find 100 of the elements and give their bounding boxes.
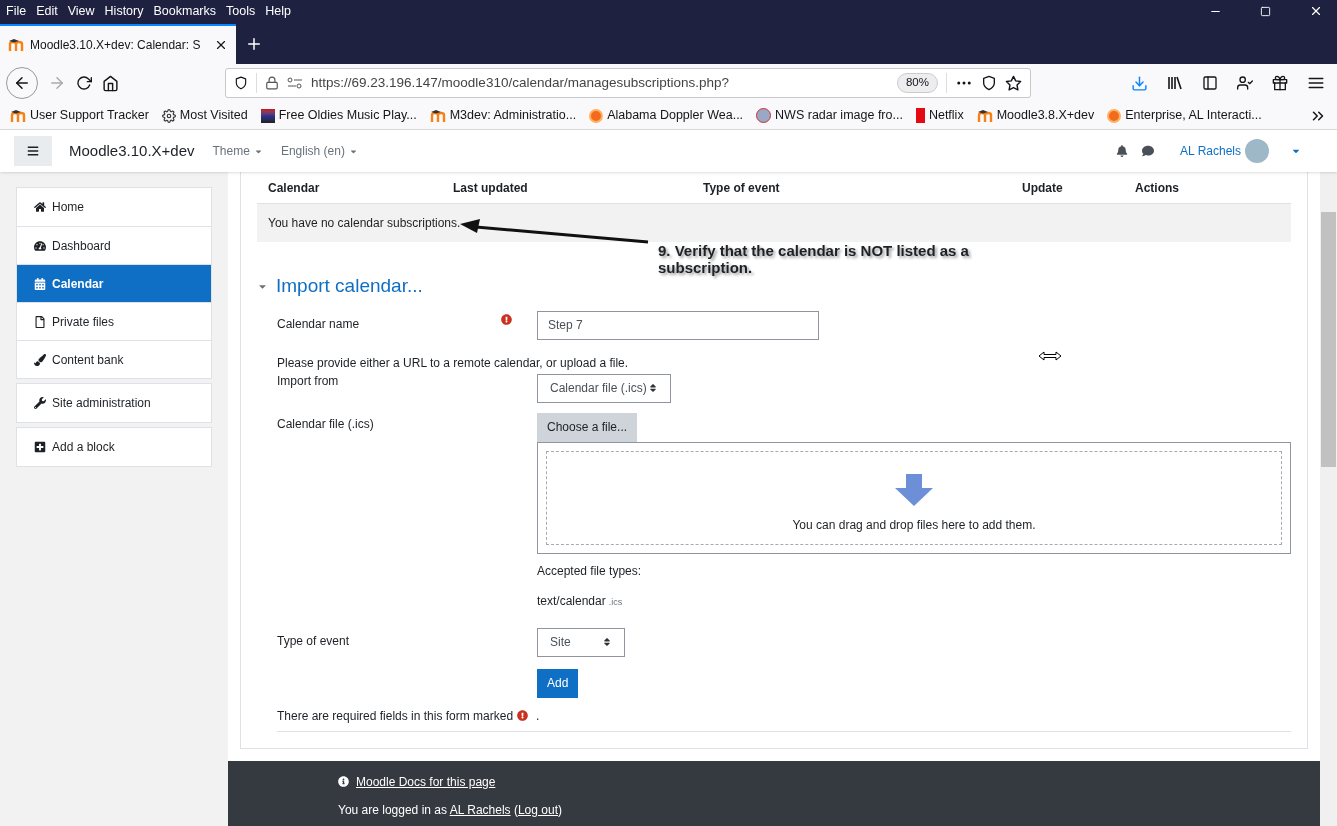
wrench-icon: [34, 397, 46, 409]
accepted-label: Accepted file types:: [537, 562, 643, 580]
column-header: Actions: [1135, 179, 1180, 197]
info-icon: [338, 776, 349, 787]
dropdown-menu[interactable]: Theme: [212, 142, 263, 160]
browser-tab[interactable]: Moodle3.10.X+dev: Calendar: S: [0, 24, 236, 64]
plus-icon: [34, 441, 46, 453]
bookmark-link[interactable]: Free Oldies Music Play...: [278, 106, 417, 125]
gift-icon[interactable]: [1272, 75, 1288, 91]
menu-item[interactable]: Tools: [226, 1, 256, 21]
file-type: text/calendar: [537, 592, 606, 610]
column-header: Update: [1022, 179, 1064, 197]
globe-icon: [756, 108, 772, 123]
menu-item[interactable]: Help: [265, 1, 291, 21]
logo-icon: [915, 108, 925, 123]
column-header: Type of event: [703, 179, 781, 197]
new-tab-icon[interactable]: [245, 35, 263, 53]
logo-icon: [10, 109, 26, 122]
bookmark-link[interactable]: Moodle3.8.X+dev: [996, 106, 1095, 125]
logo-icon: [976, 109, 993, 122]
select-field[interactable]: Calendar file (.ics): [537, 373, 671, 403]
calendar-icon: [34, 277, 46, 290]
arrow-down-icon: [895, 473, 933, 506]
menu-button[interactable]: [14, 136, 52, 166]
dropdown-menu[interactable]: English (en): [280, 142, 358, 160]
nav-item[interactable]: Content bank: [17, 340, 211, 378]
select-field[interactable]: Site: [537, 627, 625, 657]
permissions-icon[interactable]: [287, 77, 303, 89]
file-icon: [34, 315, 46, 328]
gear-icon: [161, 108, 176, 123]
user-name[interactable]: AL Rachels: [1180, 142, 1241, 160]
bell-icon[interactable]: [1116, 145, 1129, 157]
nav-item[interactable]: Private files: [17, 302, 211, 340]
docs-link[interactable]: Moodle Docs for this page: [356, 772, 496, 791]
resize-cursor-icon: [1038, 351, 1062, 361]
site-name[interactable]: Moodle3.10.X+dev: [69, 139, 195, 163]
logo-icon: [429, 109, 446, 122]
star-icon[interactable]: [1005, 74, 1022, 92]
chat-icon[interactable]: [1142, 145, 1155, 157]
file-extension: .ics: [608, 595, 623, 609]
user-link[interactable]: AL Rachels: [449, 802, 511, 817]
logout-link[interactable]: Log out: [517, 802, 558, 817]
bookmark-link[interactable]: NWS radar image fro...: [775, 106, 903, 125]
close-icon[interactable]: [1309, 4, 1323, 18]
choose-file-button[interactable]: Choose a file...: [537, 412, 638, 442]
address-bar[interactable]: https://69.23.196.147/moodle310/calendar/managesubscriptions.php? 80%: [225, 68, 1031, 98]
empty-message: You have no calendar subscriptions.: [268, 215, 461, 232]
nav-item[interactable]: Calendar: [17, 264, 211, 302]
dashboard-icon: [34, 239, 46, 252]
field-label: Calendar name: [277, 315, 361, 333]
picture-icon: [260, 108, 275, 123]
reload-icon[interactable]: [76, 75, 92, 91]
sidebar-icon[interactable]: [1202, 75, 1218, 91]
sun-icon: [1107, 108, 1122, 123]
account-icon[interactable]: [1237, 75, 1253, 91]
download-icon[interactable]: [1131, 74, 1148, 92]
menu-item[interactable]: Bookmarks: [153, 1, 216, 21]
menu-item[interactable]: File: [6, 1, 27, 21]
menu-item[interactable]: View: [67, 1, 95, 21]
bookmark-link[interactable]: Alabama Doppler Wea...: [607, 106, 744, 125]
nav-item[interactable]: Add a block: [17, 428, 211, 466]
nav-item[interactable]: Home: [17, 188, 211, 226]
library-icon[interactable]: [1167, 75, 1183, 91]
sort-icon: [648, 383, 658, 393]
required-note-end: .: [536, 707, 540, 725]
shield-icon[interactable]: [234, 76, 248, 90]
bookmark-link[interactable]: Enterprise, AL Interacti...: [1125, 106, 1262, 125]
drop-zone[interactable]: You can drag and drop files here to add them.: [537, 441, 1291, 554]
maximize-icon[interactable]: [1260, 5, 1271, 17]
close-icon[interactable]: [214, 38, 228, 52]
lock-icon[interactable]: [265, 76, 279, 90]
arrow-left-icon: [13, 74, 31, 92]
bookmark-link[interactable]: Most Visited: [179, 106, 248, 125]
pocket-icon[interactable]: [981, 75, 997, 91]
zoom-badge[interactable]: 80%: [896, 73, 938, 93]
tab-title: Moodle3.10.X+dev: Calendar: S: [30, 37, 202, 54]
sort-icon: [602, 637, 612, 647]
required-icon: [517, 710, 529, 721]
sun-icon: [589, 108, 604, 123]
column-header: Calendar: [268, 179, 321, 197]
drop-text: You can drag and drop files here to add them.: [792, 516, 1036, 534]
add-button[interactable]: Add: [537, 668, 579, 698]
menu-icon: [27, 145, 39, 157]
field-label: Calendar file (.ics): [277, 415, 375, 433]
menu-item[interactable]: History: [104, 1, 144, 21]
bookmark-link[interactable]: Netflix: [928, 106, 964, 125]
home-icon[interactable]: [102, 74, 119, 92]
logo-icon: [8, 39, 24, 51]
bookmark-link[interactable]: User Support Tracker: [30, 106, 149, 125]
home-icon: [34, 201, 46, 213]
field-label: Type of event: [277, 632, 351, 650]
input-field[interactable]: Step 7: [537, 310, 819, 340]
menu-item[interactable]: Edit: [36, 1, 58, 21]
field-label: Import from: [277, 372, 340, 390]
column-header: Last updated: [453, 179, 529, 197]
nav-item[interactable]: Site administration: [17, 384, 211, 422]
required-note: There are required fields in this form marked: [277, 707, 514, 725]
brush-icon: [34, 353, 46, 366]
login-info: You are logged in as AL Rachels (Log out): [338, 801, 563, 819]
bookmark-link[interactable]: M3dev: Administratio...: [449, 106, 577, 125]
